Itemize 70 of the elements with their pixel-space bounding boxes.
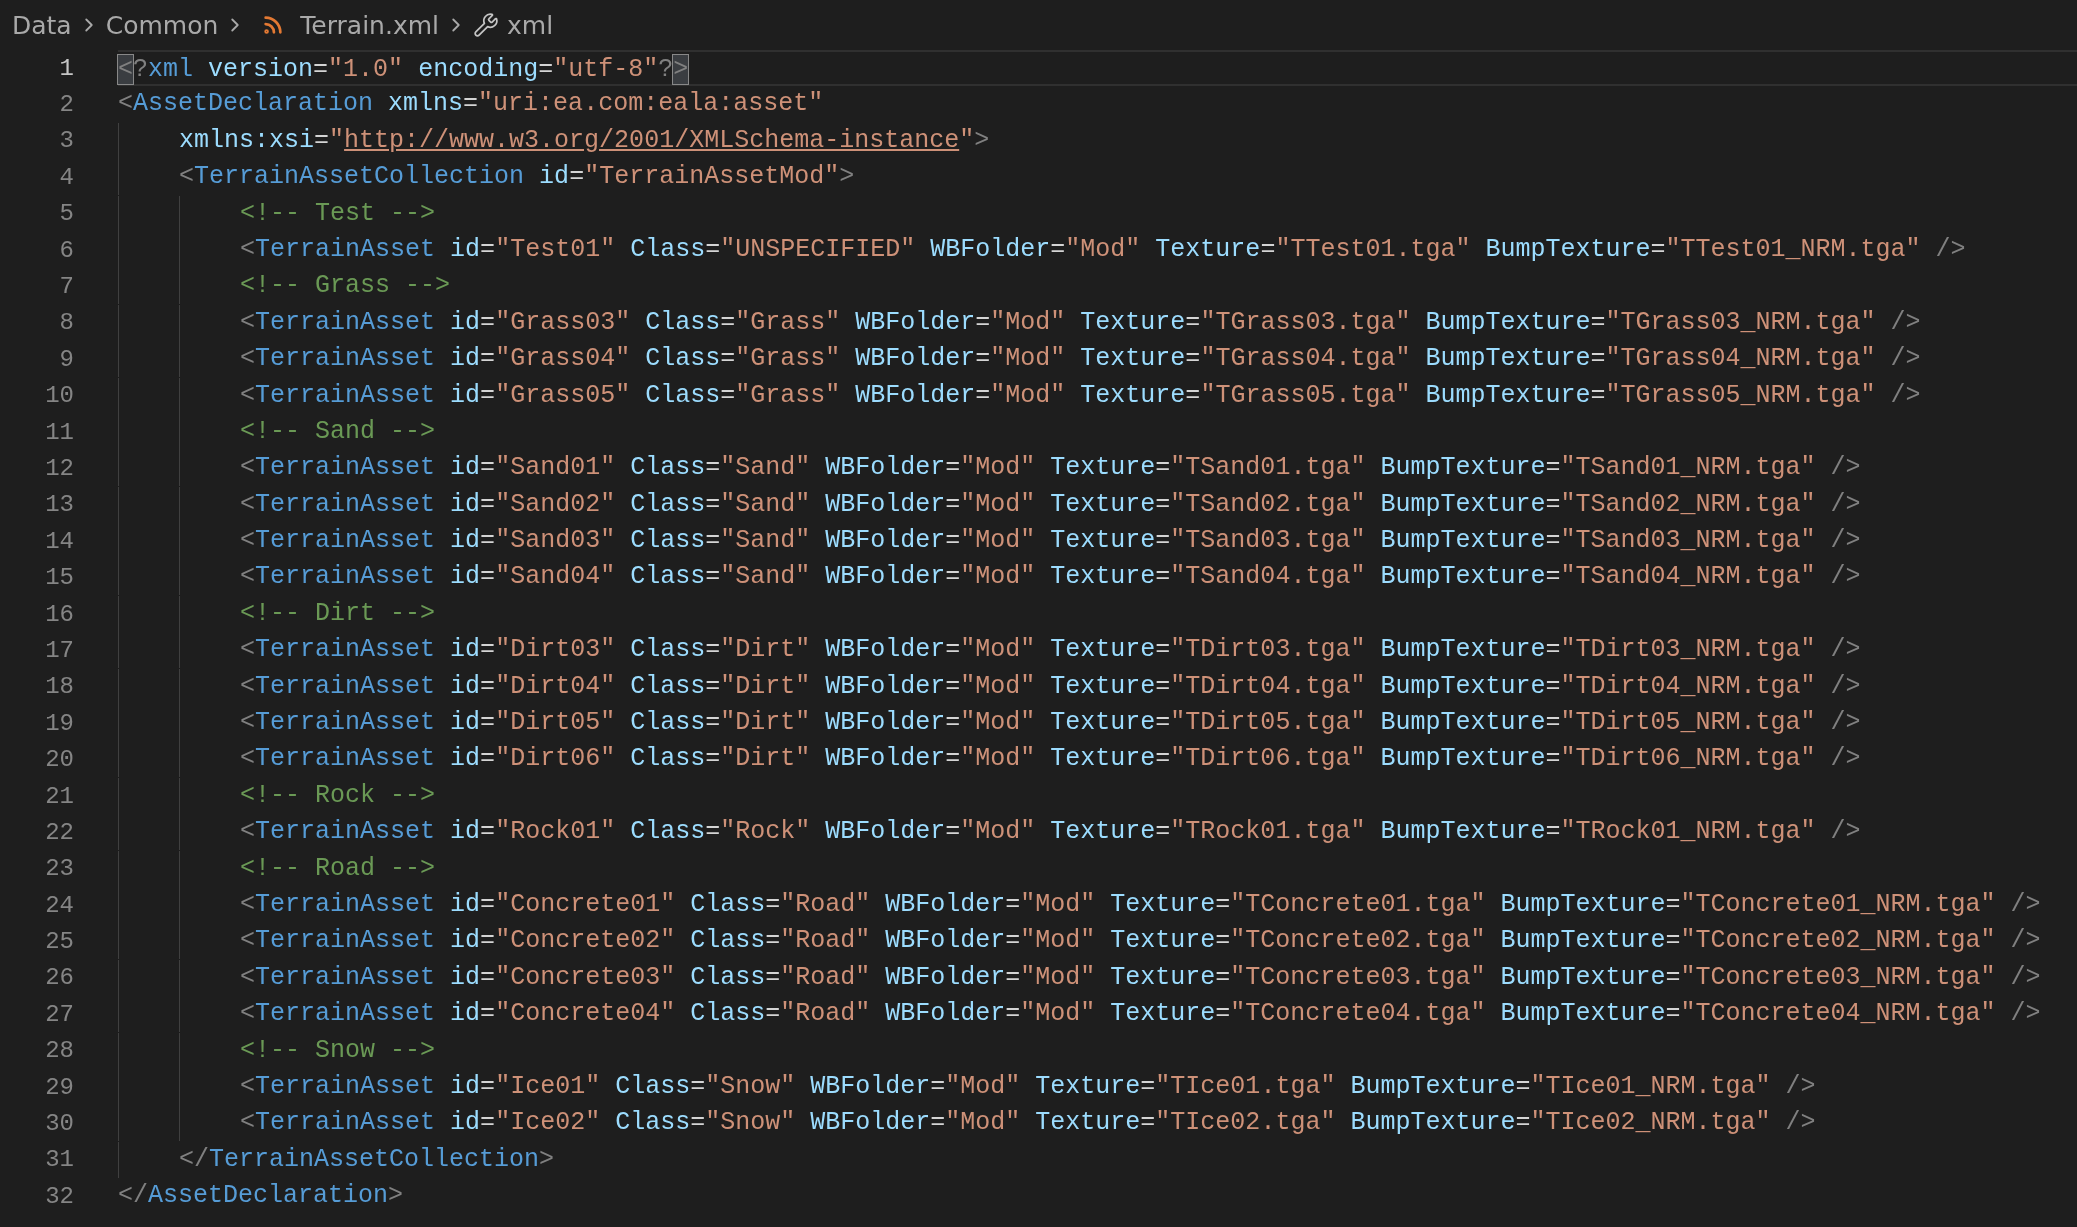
line-number: 1 bbox=[58, 54, 75, 82]
code-line: <TerrainAsset id="Test01" Class="UNSPECIFIED" WBFolder="Mod" Texture="TTest01.tga" BumpTexture="TTest01_NRM.tga" /> bbox=[118, 231, 2077, 269]
feed-icon bbox=[262, 14, 285, 36]
line-number: 27 bbox=[44, 1000, 75, 1028]
line-number: 32 bbox=[44, 1182, 75, 1210]
breadcrumb-item[interactable]: Data bbox=[12, 10, 72, 40]
code-line: <TerrainAsset id="Grass04" Class="Grass" WBFolder="Mod" Texture="TGrass04.tga" BumpTexture="TGrass04_NRM.tga" /> bbox=[118, 341, 2077, 378]
code-line: <!-- Grass --> bbox=[118, 268, 2077, 305]
line-number: 29 bbox=[44, 1073, 75, 1101]
line-number: 24 bbox=[44, 891, 75, 919]
code-line: <TerrainAsset id="Dirt05" Class="Dirt" WBFolder="Mod" Texture="TDirt05.tga" BumpTexture="TDirt05_NRM.tga" /> bbox=[118, 705, 2077, 742]
line-number: 14 bbox=[44, 527, 75, 555]
breadcrumb-item[interactable]: Common bbox=[105, 10, 219, 40]
line-number: 30 bbox=[44, 1110, 75, 1137]
code-line: <TerrainAsset id="Ice01" Class="Snow" WBFolder="Mod" Texture="TIce01.tga" BumpTexture="TIce01_NRM.tga" /> bbox=[118, 1068, 2077, 1106]
code-line: <TerrainAsset id="Dirt06" Class="Dirt" WBFolder="Mod" Texture="TDirt06.tga" BumpTexture="TDirt06_NRM.tga" /> bbox=[118, 741, 2077, 778]
line-number: 28 bbox=[44, 1037, 75, 1065]
line-number: 15 bbox=[44, 564, 75, 592]
line-number: 16 bbox=[44, 600, 75, 628]
code-line: <!-- Sand --> bbox=[118, 413, 2077, 451]
line-number: 4 bbox=[58, 163, 75, 191]
code-line: <TerrainAsset id="Grass03" Class="Grass" WBFolder="Mod" Texture="TGrass03.tga" BumpTexture="TGrass03_NRM.tga" /> bbox=[118, 304, 2077, 342]
code-line: <TerrainAsset id="Sand02" Class="Sand" WBFolder="Mod" Texture="TSand02.tga" BumpTexture="TSand02_NRM.tga" /> bbox=[118, 486, 2077, 524]
breadcrumb-item[interactable]: xml bbox=[473, 10, 554, 40]
line-number: 3 bbox=[58, 127, 75, 155]
line-number: 21 bbox=[44, 782, 75, 810]
code-line: <?xml version="1.0" encoding="utf-8"?> bbox=[118, 50, 2077, 87]
code-line: <!-- Snow --> bbox=[118, 1032, 2077, 1069]
line-number: 17 bbox=[44, 636, 75, 664]
line-number: 10 bbox=[44, 382, 75, 410]
code-line: <!-- Rock --> bbox=[118, 777, 2077, 815]
code-line: <!-- Dirt --> bbox=[118, 595, 2077, 633]
code-line: <TerrainAsset id="Sand03" Class="Sand" WBFolder="Mod" Texture="TSand03.tga" BumpTexture="TSand03_NRM.tga" /> bbox=[118, 523, 2077, 560]
code-line: <TerrainAsset id="Concrete04" Class="Road" WBFolder="Mod" Texture="TConcrete04.tga" BumpTexture="TConcrete04_NRM.tga" /> bbox=[118, 996, 2077, 1033]
code-line: <TerrainAsset id="Grass05" Class="Grass" WBFolder="Mod" Texture="TGrass05.tga" BumpTexture="TGrass05_NRM.tga" /> bbox=[118, 377, 2077, 414]
line-number: 9 bbox=[58, 345, 75, 373]
breadcrumb-item[interactable]: Terrain.xml bbox=[252, 10, 439, 40]
line-number: 18 bbox=[44, 673, 75, 701]
code-line: <TerrainAsset id="Dirt04" Class="Dirt" WBFolder="Mod" Texture="TDirt04.tga" BumpTexture="TDirt04_NRM.tga" /> bbox=[118, 668, 2077, 706]
line-number: 8 bbox=[58, 309, 75, 337]
line-number: 19 bbox=[44, 709, 75, 737]
line-number: 22 bbox=[44, 818, 75, 846]
code-line: <TerrainAsset id="Concrete01" Class="Road" WBFolder="Mod" Texture="TConcrete01.tga" BumpTexture="TConcrete01_NRM.tga" /> bbox=[118, 887, 2077, 924]
wrench-icon bbox=[473, 12, 499, 38]
line-number: 25 bbox=[44, 928, 75, 956]
code-line: <TerrainAssetCollection id="TerrainAssetMod"> bbox=[118, 159, 2077, 196]
line-number: 20 bbox=[44, 746, 75, 774]
code-line: <TerrainAsset id="Sand04" Class="Sand" WBFolder="Mod" Texture="TSand04.tga" BumpTexture="TSand04_NRM.tga" /> bbox=[118, 559, 2077, 596]
code-line: <TerrainAsset id="Concrete03" Class="Road" WBFolder="Mod" Texture="TConcrete03.tga" BumpTexture="TConcrete03_NRM.tga" /> bbox=[118, 959, 2077, 997]
code-line: <TerrainAsset id="Dirt03" Class="Dirt" WBFolder="Mod" Texture="TDirt03.tga" BumpTexture="TDirt03_NRM.tga" /> bbox=[118, 632, 2077, 669]
line-number: 31 bbox=[44, 1146, 75, 1174]
code-line: <!-- Test --> bbox=[118, 195, 2077, 232]
line-number: 7 bbox=[58, 273, 75, 301]
line-number: 13 bbox=[44, 491, 75, 519]
code-line: <TerrainAsset id="Rock01" Class="Rock" WBFolder="Mod" Texture="TRock01.tga" BumpTexture="TRock01_NRM.tga" /> bbox=[118, 814, 2077, 851]
code-line: <AssetDeclaration xmlns="uri:ea.com:eala:asset" bbox=[118, 88, 825, 121]
code-line: </TerrainAssetCollection> bbox=[118, 1141, 2077, 1179]
line-number: 12 bbox=[44, 455, 75, 482]
line-number: 2 bbox=[58, 91, 75, 119]
code-line: <TerrainAsset id="Ice02" Class="Snow" WBFolder="Mod" Texture="TIce02.tga" BumpTexture="TIce02_NRM.tga" /> bbox=[118, 1105, 2077, 1142]
code-line: <TerrainAsset id="Concrete02" Class="Road" WBFolder="Mod" Texture="TConcrete02.tga" BumpTexture="TConcrete02_NRM.tga" /> bbox=[118, 923, 2077, 960]
line-number: 6 bbox=[58, 236, 75, 264]
code-line: </AssetDeclaration> bbox=[118, 1180, 405, 1213]
code-line: <TerrainAsset id="Sand01" Class="Sand" WBFolder="Mod" Texture="TSand01.tga" BumpTexture="TSand01_NRM.tga" /> bbox=[118, 450, 2077, 487]
line-number: 26 bbox=[44, 964, 75, 992]
code-line: <!-- Road --> bbox=[118, 850, 2077, 887]
line-number: 11 bbox=[44, 418, 75, 446]
line-number: 23 bbox=[44, 855, 75, 883]
line-number: 5 bbox=[58, 200, 75, 228]
code-line: xmlns:xsi="http://www.w3.org/2001/XMLSchema-instance"> bbox=[118, 122, 2077, 160]
